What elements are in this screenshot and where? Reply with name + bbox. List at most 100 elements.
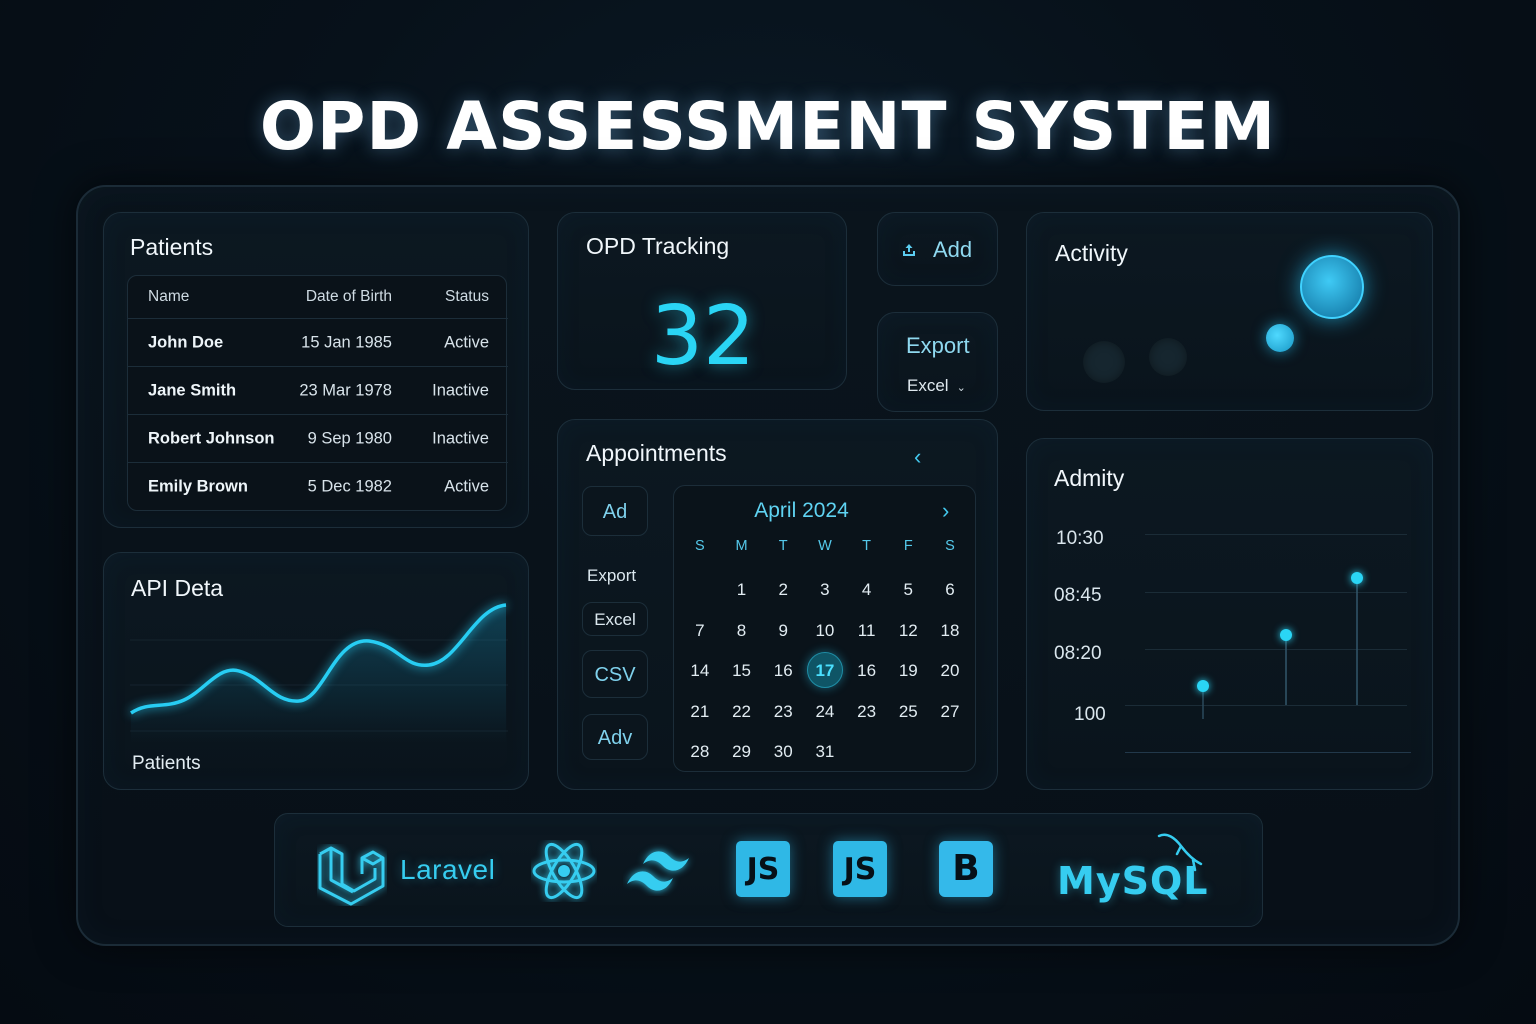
calendar-day-number: 20 [940, 661, 960, 680]
calendar-day[interactable]: 7 [679, 611, 721, 652]
calendar-day[interactable]: 23 [762, 692, 804, 733]
calendar-day-number: 30 [773, 742, 793, 761]
calendar-day[interactable]: 8 [721, 611, 763, 652]
weekday-label: T [778, 538, 788, 554]
calendar-day-number: 17 [806, 652, 843, 688]
admity-plot [1197, 572, 1363, 719]
tech-stack-bar: Laravel JS JS B MySQL [274, 813, 1263, 927]
calendar-day-number: 4 [861, 580, 872, 599]
mysql-label: MySQL [1057, 859, 1209, 903]
laravel-icon [318, 846, 385, 906]
activity-bubble [1266, 324, 1294, 352]
calendar-day-number: 23 [857, 701, 877, 721]
calendar-day[interactable]: 23 [846, 692, 888, 733]
calendar-day[interactable]: 20 [929, 651, 971, 692]
patient-dob: 23 Mar 1978 [299, 381, 392, 399]
calendar-day[interactable]: 9 [762, 611, 804, 652]
table-row[interactable]: John Doe 15 Jan 1985 Active [128, 318, 508, 366]
column-header-dob[interactable]: Date of Birth [306, 288, 392, 306]
tailwind-icon [627, 851, 689, 891]
calendar-day[interactable]: 2 [762, 570, 804, 611]
chevron-left-icon[interactable]: ‹ [914, 444, 921, 470]
calendar-day[interactable]: 1 [721, 570, 763, 611]
export-link[interactable]: Export [587, 566, 636, 586]
calendar-day-number: 9 [778, 620, 788, 640]
calendar-day[interactable]: 25 [887, 692, 929, 733]
calendar-day[interactable]: 27 [929, 692, 971, 733]
patient-status: Active [444, 333, 489, 351]
add-label: Add [933, 237, 973, 262]
api-data-footer: Patients [132, 753, 201, 774]
add-button[interactable]: Add [877, 212, 998, 286]
calendar-day[interactable]: 22 [721, 692, 763, 733]
calendar-day[interactable]: 19 [887, 651, 929, 692]
calendar-day[interactable]: 18 [929, 611, 971, 652]
calendar-day-number: 25 [898, 701, 918, 721]
calendar-day[interactable]: 3 [804, 570, 846, 611]
calendar-day[interactable]: 6 [929, 570, 971, 611]
column-header-name[interactable]: Name [148, 288, 189, 306]
patient-name: Robert Johnson [148, 429, 275, 447]
patient-name: Emily Brown [148, 477, 248, 495]
bootstrap-icon: B [939, 841, 993, 897]
activity-card: Activity [1026, 212, 1433, 411]
calendar-day[interactable]: 16 [846, 651, 888, 692]
calendar-empty-cell [846, 732, 888, 773]
csv-button[interactable]: CSV [582, 650, 648, 698]
weekday-header: SMTWTFS [679, 538, 971, 560]
calendar-day-number: 5 [903, 580, 914, 599]
calendar-day[interactable]: 12 [887, 611, 929, 652]
ad-button[interactable]: Ad [582, 486, 648, 536]
area-fill [131, 605, 506, 743]
calendar-day-number: 19 [898, 661, 918, 680]
appointments-card: Appointments ‹ Ad Export Excel CSV Adv A… [557, 419, 998, 790]
calendar-day-number: 14 [690, 661, 710, 680]
calendar-grid: SMTWTFS 1 2 3 4 5 6 7 8 9 10 11 12 18 14 15 16 17 16 19 20 2… [679, 538, 971, 773]
adv-button[interactable]: Adv [582, 714, 648, 760]
calendar-day[interactable]: 4 [846, 570, 888, 611]
excel-button[interactable]: Excel [582, 602, 648, 636]
calendar-day-number: 11 [857, 620, 876, 640]
calendar-week: 28 29 30 31 [679, 732, 971, 773]
calendar-day[interactable]: 11 [846, 611, 888, 652]
calendar-day[interactable]: 15 [721, 651, 763, 692]
api-data-card: API Deta Patients [103, 552, 529, 790]
calendar-day[interactable]: 5 [887, 570, 929, 611]
patients-table: Name Date of Birth Status John Doe 15 Ja… [127, 275, 508, 511]
calendar-day[interactable]: 16 [762, 651, 804, 692]
chevron-right-icon[interactable]: › [942, 498, 949, 524]
react-icon [532, 842, 596, 900]
weekday-label: W [818, 538, 832, 554]
column-header-status[interactable]: Status [445, 288, 489, 306]
weekday-label: T [862, 538, 872, 554]
calendar: April 2024 › SMTWTFS 1 2 3 4 5 6 7 8 9 10 11 12 18 14… [673, 485, 976, 772]
calendar-day[interactable]: 17 [804, 651, 846, 692]
patient-status: Inactive [432, 429, 489, 447]
table-row[interactable]: Emily Brown 5 Dec 1982 Active [128, 462, 508, 510]
calendar-day[interactable]: 28 [679, 732, 721, 773]
calendar-day[interactable]: 31 [804, 732, 846, 773]
calendar-day-number: 27 [940, 701, 960, 721]
export-button[interactable]: Export [906, 333, 970, 359]
export-format-value: Excel [907, 376, 949, 395]
export-format-select[interactable]: Excel ⌄ [907, 376, 966, 396]
activity-title: Activity [1055, 240, 1128, 266]
calendar-day[interactable]: 24 [804, 692, 846, 733]
calendar-day-number: 1 [736, 580, 747, 599]
calendar-day[interactable]: 10 [804, 611, 846, 652]
table-row[interactable]: Jane Smith 23 Mar 1978 Inactive [128, 366, 508, 414]
calendar-day-number: 10 [815, 620, 835, 640]
table-row[interactable]: Robert Johnson 9 Sep 1980 Inactive [128, 414, 508, 462]
calendar-empty-cell [929, 732, 971, 773]
calendar-day[interactable]: 14 [679, 651, 721, 692]
patient-dob: 15 Jan 1985 [301, 333, 392, 351]
opd-tracking-title: OPD Tracking [586, 233, 730, 259]
activity-bubble [1083, 341, 1125, 383]
calendar-day[interactable]: 21 [679, 692, 721, 733]
calendar-day[interactable]: 30 [762, 732, 804, 773]
patient-name: John Doe [148, 333, 224, 351]
admity-card: Admity 10:30 08:45 08:20 100 [1026, 438, 1433, 790]
calendar-day[interactable]: 29 [721, 732, 763, 773]
upload-icon [903, 244, 915, 256]
opd-tracking-card: OPD Tracking 32 [557, 212, 847, 390]
